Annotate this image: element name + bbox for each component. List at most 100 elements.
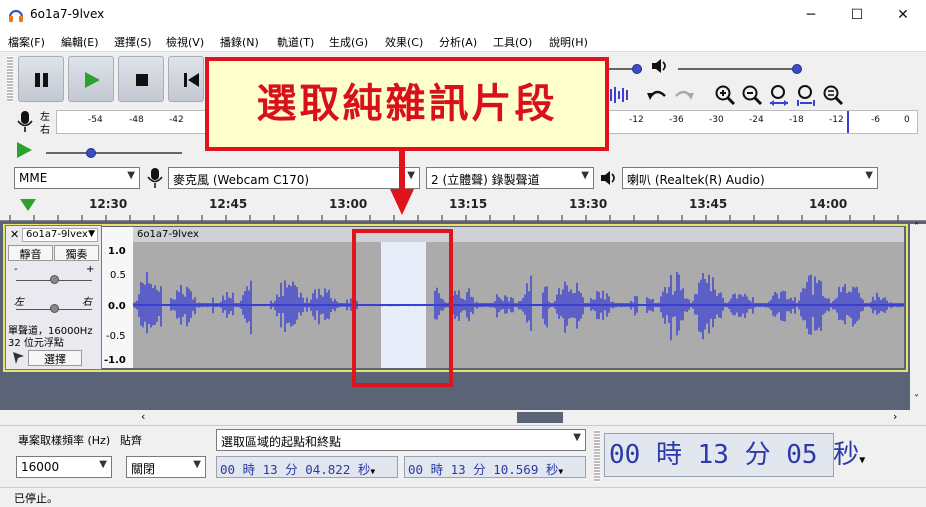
menu-analyze[interactable]: 分析(A): [439, 34, 477, 50]
meter-tick: -6: [871, 115, 880, 125]
ruler-label: 13:15: [449, 197, 488, 211]
title-bar: 6o1a7-9lvex ─ ☐ ✕: [0, 0, 926, 30]
scroll-thumb[interactable]: [517, 412, 563, 423]
scroll-left-icon[interactable]: ‹: [141, 410, 145, 423]
play-at-speed-icon[interactable]: [608, 84, 632, 106]
menu-transport[interactable]: 播錄(N): [220, 34, 259, 50]
redo-icon[interactable]: [672, 84, 696, 108]
microphone-icon[interactable]: [16, 110, 34, 134]
chevron-down-icon: ▼: [99, 459, 107, 470]
play-icon: [85, 72, 100, 88]
skip-start-icon: [184, 73, 199, 87]
meter-peak-marker: [847, 111, 849, 133]
menu-file[interactable]: 檔案(F): [8, 34, 45, 50]
menu-tools[interactable]: 工具(O): [493, 34, 532, 50]
skip-to-start-button[interactable]: [168, 56, 204, 102]
menu-effect[interactable]: 效果(C): [385, 34, 423, 50]
menu-edit[interactable]: 編輯(E): [61, 34, 99, 50]
playback-meter-arrow-icon[interactable]: [18, 197, 38, 213]
audio-host-select[interactable]: MME ▼: [14, 167, 140, 189]
scroll-right-icon[interactable]: ›: [893, 410, 897, 423]
audio-position-display[interactable]: 00 時 13 分 05 秒▼: [604, 433, 865, 477]
close-window-button[interactable]: ✕: [880, 0, 926, 30]
track-close-button[interactable]: ✕: [10, 228, 19, 241]
menu-generate[interactable]: 生成(G): [329, 34, 368, 50]
stop-button[interactable]: [118, 56, 164, 102]
meter-tick: -18: [789, 115, 804, 125]
chevron-down-icon: ▼: [581, 170, 589, 181]
timeline-ruler[interactable]: 12:30 12:45 13:00 13:15 13:30 13:45 14:0…: [0, 191, 926, 221]
selection-toolbar: 專案取樣頻率 (Hz) 貼齊 16000 ▼ 關閉 ▼ 選取區域的起點和終點 ▼ 00…: [0, 425, 926, 487]
status-text: 已停止。: [14, 492, 58, 505]
menu-view[interactable]: 檢視(V): [166, 34, 204, 50]
window-title: 6o1a7-9lvex: [30, 7, 105, 21]
gain-plus-label: +: [86, 264, 95, 275]
play-button[interactable]: [68, 56, 114, 102]
ruler-ticks: [9, 215, 899, 221]
menu-tracks[interactable]: 軌道(T): [277, 34, 314, 50]
play-at-speed-slider[interactable]: [46, 152, 182, 154]
select-arrow-icon: [13, 352, 24, 364]
menu-select[interactable]: 選擇(S): [114, 34, 152, 50]
track-control-panel: ✕ 6o1a7-9lvex ▼ 靜音 獨奏 - + 左 右 單聲道，16000H…: [5, 225, 102, 370]
maximize-button[interactable]: ☐: [834, 0, 880, 30]
track-name-menu[interactable]: 6o1a7-9lvex ▼: [22, 228, 98, 242]
zoom-toggle-icon[interactable]: [821, 83, 845, 107]
recording-channels-value: 2 (立體聲) 錄製聲道: [431, 173, 540, 187]
mute-button[interactable]: 靜音: [8, 245, 53, 261]
play-at-speed-button[interactable]: [14, 140, 34, 160]
selection-mode-select[interactable]: 選取區域的起點和終點 ▼: [216, 429, 586, 451]
toolbar-grip[interactable]: [7, 56, 13, 102]
playback-device-select[interactable]: 喇叭 (Realtek(R) Audio) ▼: [622, 167, 878, 189]
undo-icon[interactable]: [645, 84, 669, 108]
clip-name-bar[interactable]: 6o1a7-9lvex: [133, 227, 904, 242]
project-rate-select[interactable]: 16000 ▼: [16, 456, 112, 478]
pan-slider-thumb[interactable]: [50, 304, 59, 313]
speaker-icon: [601, 171, 615, 185]
solo-button[interactable]: 獨奏: [54, 245, 99, 261]
vertical-scrollbar[interactable]: ˄ ˅: [910, 222, 926, 410]
chevron-down-icon: ▼: [370, 467, 376, 476]
project-rate-value: 16000: [21, 460, 60, 474]
recording-device-select[interactable]: 麥克風 (Webcam C170) ▼: [168, 167, 420, 189]
zoom-out-icon[interactable]: [740, 83, 764, 107]
amplitude-label: 0.0: [108, 301, 126, 312]
selection-start-value: 00 時 13 分 04.822 秒: [220, 462, 371, 477]
snap-select[interactable]: 關閉 ▼: [126, 456, 206, 478]
selection-end-time[interactable]: 00 時 13 分 10.569 秒▼: [404, 456, 586, 478]
recording-device-value: 麥克風 (Webcam C170): [173, 173, 310, 187]
horizontal-scrollbar[interactable]: ‹ ›: [0, 410, 926, 425]
scroll-up-icon[interactable]: ˄: [914, 222, 919, 233]
playback-volume-slider[interactable]: [678, 68, 800, 70]
meter-tick: -30: [709, 115, 724, 125]
playback-speed-thumb[interactable]: [632, 64, 642, 74]
gain-minus-label: -: [14, 264, 18, 275]
minimize-button[interactable]: ─: [788, 0, 834, 30]
chevron-down-icon: ▼: [558, 467, 564, 476]
fit-project-icon[interactable]: [794, 83, 818, 107]
fit-selection-icon[interactable]: [767, 83, 791, 107]
ruler-label: 13:45: [689, 197, 728, 211]
microphone-icon: [147, 168, 163, 188]
amplitude-label: 1.0: [108, 246, 126, 257]
pause-button[interactable]: [18, 56, 64, 102]
snap-label: 貼齊: [120, 434, 142, 447]
play-at-speed-thumb[interactable]: [86, 148, 96, 158]
scroll-down-icon[interactable]: ˅: [914, 394, 919, 405]
callout-text: 選取純雜訊片段: [256, 81, 558, 127]
meter-tick: -48: [129, 115, 144, 125]
selection-mode-value: 選取區域的起點和終點: [221, 435, 342, 449]
selection-start-time[interactable]: 00 時 13 分 04.822 秒▼: [216, 456, 398, 478]
audio-host-value: MME: [19, 171, 48, 185]
meter-tick: -42: [169, 115, 184, 125]
waveform-view[interactable]: [133, 242, 904, 368]
playback-volume-thumb[interactable]: [792, 64, 802, 74]
track-select-button[interactable]: 選擇: [28, 350, 82, 366]
audio-position-value: 00 時 13 分 05 秒: [609, 440, 860, 470]
recording-channels-select[interactable]: 2 (立體聲) 錄製聲道 ▼: [426, 167, 594, 189]
gain-slider-thumb[interactable]: [50, 275, 59, 284]
menu-help[interactable]: 說明(H): [549, 34, 588, 50]
speaker-icon: [652, 59, 666, 73]
zoom-in-icon[interactable]: [713, 83, 737, 107]
toolbar-grip[interactable]: [594, 430, 600, 482]
